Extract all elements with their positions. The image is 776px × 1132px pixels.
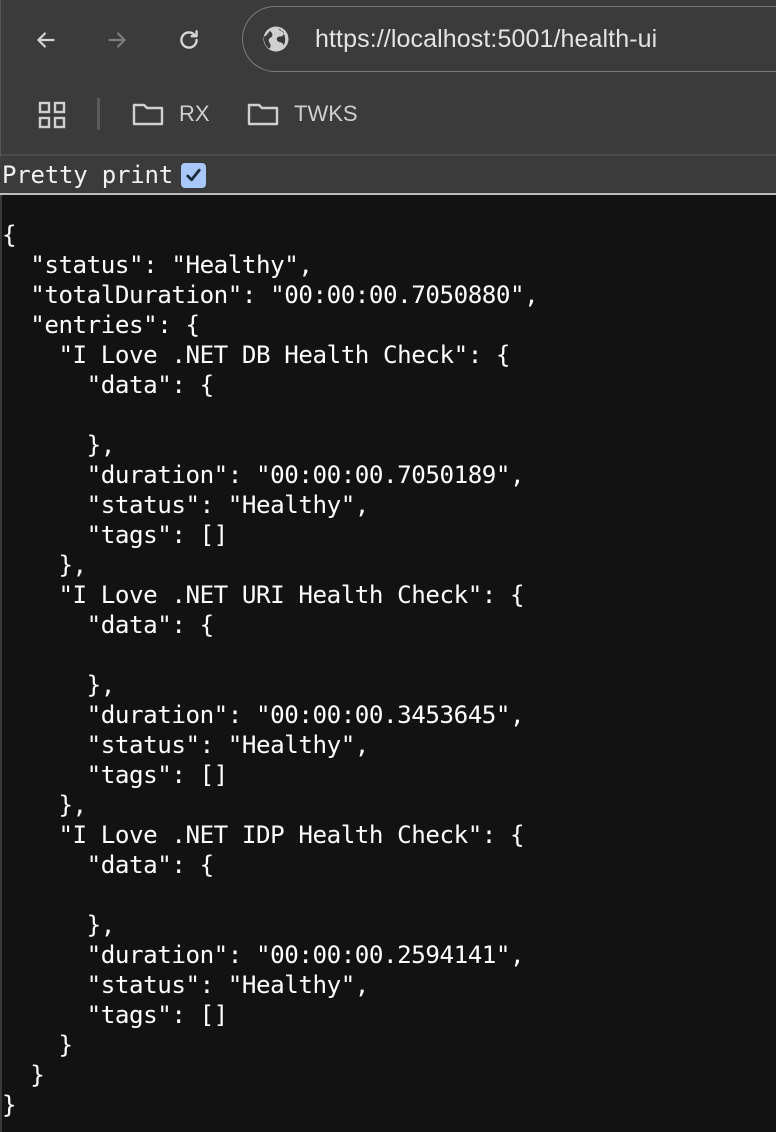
json-line: "tags": [] [2, 521, 229, 549]
json-line: }, [2, 671, 116, 699]
pretty-print-label: Pretty print [2, 161, 173, 189]
json-line: "duration": "00:00:00.7050189", [2, 461, 525, 489]
json-line: "data": { [2, 851, 214, 879]
json-line: "I Love .NET URI Health Check": { [2, 581, 525, 609]
pretty-print-checkbox[interactable] [181, 162, 206, 188]
checkmark-icon [186, 168, 201, 181]
bookmark-label: TWKS [294, 101, 358, 126]
arrow-right-icon [108, 32, 126, 48]
json-viewer: { "status": "Healthy", "totalDuration": … [0, 195, 776, 1132]
json-line: "duration": "00:00:00.3453645", [2, 701, 525, 729]
bookmark-folder-twks[interactable]: TWKS [246, 96, 358, 132]
globe-icon[interactable] [261, 24, 291, 54]
json-line: "status": "Healthy", [2, 731, 370, 759]
toolbar-divider [1, 154, 776, 156]
json-line: }, [2, 431, 116, 459]
json-line [2, 400, 776, 430]
browser-toolbar: https://localhost:5001/health-ui RX TWKS [0, 0, 776, 157]
folder-icon [132, 103, 164, 126]
apps-grid-icon[interactable] [37, 100, 67, 130]
reload-icon [180, 30, 198, 49]
arrow-left-icon [37, 32, 55, 48]
forward-button[interactable] [99, 22, 135, 58]
json-line: "tags": [] [2, 1001, 229, 1029]
url-text[interactable]: https://localhost:5001/health-ui [315, 25, 657, 54]
json-line: } [2, 1091, 17, 1119]
json-line: }, [2, 911, 116, 939]
json-line: "I Love .NET DB Health Check": { [2, 341, 511, 369]
json-line [2, 880, 776, 910]
bookmark-label: RX [179, 101, 210, 126]
reload-button[interactable] [171, 22, 207, 58]
json-line: }, [2, 791, 87, 819]
json-line: { [2, 221, 17, 249]
json-line: "data": { [2, 371, 214, 399]
json-line [2, 640, 776, 670]
json-line: "totalDuration": "00:00:00.7050880", [2, 281, 539, 309]
bookmark-folder-rx[interactable]: RX [131, 96, 210, 132]
json-line: } [2, 1061, 45, 1089]
json-line: "I Love .NET IDP Health Check": { [2, 821, 525, 849]
json-line: }, [2, 551, 87, 579]
json-line: "status": "Healthy", [2, 251, 313, 279]
folder-icon [247, 103, 279, 126]
back-button[interactable] [28, 22, 64, 58]
json-line: "status": "Healthy", [2, 971, 370, 999]
json-line: "data": { [2, 611, 214, 639]
bookmarks-separator [97, 98, 100, 130]
json-line: "tags": [] [2, 761, 229, 789]
json-line: "duration": "00:00:00.2594141", [2, 941, 525, 969]
bookmarks-bar: RX TWKS [1, 86, 776, 142]
json-line: "entries": { [2, 311, 200, 339]
json-line: "status": "Healthy", [2, 491, 370, 519]
address-bar[interactable]: https://localhost:5001/health-ui [242, 6, 776, 72]
json-text: { "status": "Healthy", "totalDuration": … [2, 195, 776, 1120]
json-line: } [2, 1031, 73, 1059]
pretty-print-bar: Pretty print [0, 157, 776, 195]
